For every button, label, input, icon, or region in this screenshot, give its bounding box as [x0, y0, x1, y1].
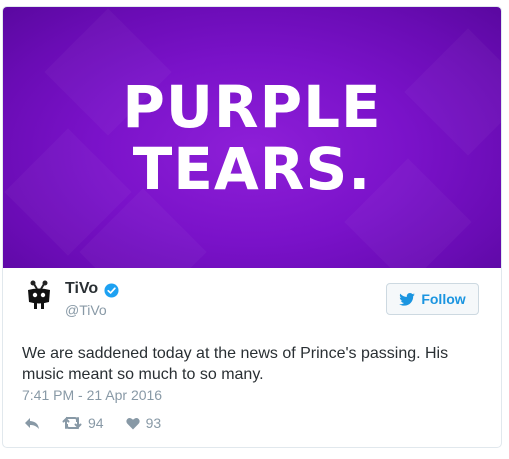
reply-button[interactable]	[24, 417, 40, 430]
follow-button[interactable]: Follow	[386, 283, 479, 315]
verified-icon	[104, 283, 119, 298]
retweet-button[interactable]: 94	[62, 415, 104, 431]
tivo-logo-icon[interactable]	[26, 280, 52, 312]
author-name[interactable]: TiVo	[65, 280, 98, 298]
image-headline-line-1: PURPLE	[122, 72, 382, 141]
heart-icon	[125, 417, 140, 429]
reply-icon	[25, 417, 39, 429]
image-headline-line-2: TEARS.	[132, 134, 372, 203]
twitter-bird-icon	[399, 292, 416, 306]
tweet-actions: 94 93	[24, 415, 183, 431]
author-handle[interactable]: @TiVo	[65, 302, 107, 318]
retweet-icon	[62, 416, 82, 430]
tweet-timestamp[interactable]: 7:41 PM - 21 Apr 2016	[22, 387, 162, 403]
retweet-count: 94	[88, 415, 104, 431]
follow-label: Follow	[421, 291, 466, 307]
tweet-image[interactable]: PURPLE TEARS.	[3, 7, 501, 268]
like-button[interactable]: 93	[125, 415, 162, 431]
like-count: 93	[145, 415, 162, 431]
tweet-text: We are saddened today at the news of Pri…	[22, 345, 449, 383]
